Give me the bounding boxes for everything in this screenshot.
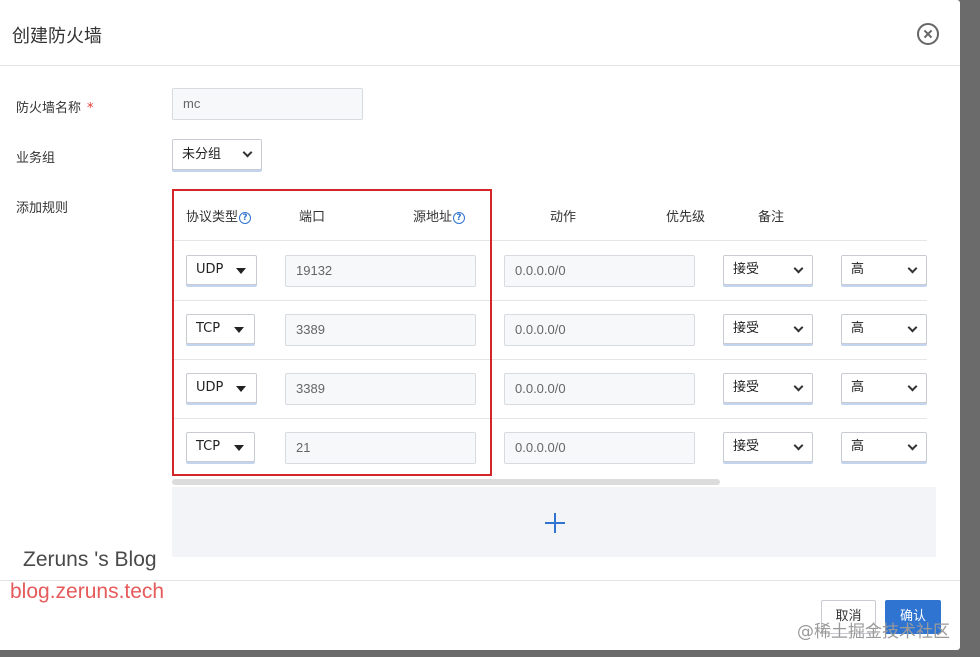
source-address-input[interactable]: 0.0.0.0/0 bbox=[504, 314, 695, 346]
dialog-header: 创建防火墙 bbox=[0, 0, 960, 66]
source-address-input[interactable]: 0.0.0.0/0 bbox=[504, 432, 695, 464]
chevron-down-icon bbox=[793, 322, 804, 333]
action-select[interactable]: 接受 bbox=[723, 255, 813, 285]
priority-value: 高 bbox=[851, 321, 865, 336]
highlight-box bbox=[172, 189, 492, 476]
business-group-value: 未分组 bbox=[182, 147, 222, 162]
firewall-name-input[interactable]: mc bbox=[172, 88, 363, 120]
action-select[interactable]: 接受 bbox=[723, 314, 813, 344]
firewall-name-label-text: 防火墙名称 bbox=[16, 101, 82, 116]
source-address-input[interactable]: 0.0.0.0/0 bbox=[504, 255, 695, 287]
priority-select[interactable]: 高 bbox=[841, 255, 927, 285]
dialog-title: 创建防火墙 bbox=[12, 26, 102, 47]
firewall-name-label: 防火墙名称 * bbox=[16, 97, 94, 116]
plus-icon-stem bbox=[554, 513, 556, 533]
chevron-down-icon bbox=[907, 381, 918, 392]
priority-value: 高 bbox=[851, 380, 865, 395]
priority-select[interactable]: 高 bbox=[841, 314, 927, 344]
action-value: 接受 bbox=[733, 439, 760, 454]
chevron-down-icon bbox=[242, 147, 253, 158]
business-group-select[interactable]: 未分组 bbox=[172, 139, 262, 170]
add-rules-label: 添加规则 bbox=[16, 201, 69, 216]
chevron-down-icon bbox=[793, 381, 804, 392]
blog-name-watermark: Zeruns 's Blog bbox=[23, 548, 157, 571]
community-watermark: @稀土掘金技术社区 bbox=[797, 622, 950, 642]
priority-select[interactable]: 高 bbox=[841, 432, 927, 462]
chevron-down-icon bbox=[793, 440, 804, 451]
priority-value: 高 bbox=[851, 262, 865, 277]
action-select[interactable]: 接受 bbox=[723, 373, 813, 403]
horizontal-scrollbar[interactable] bbox=[172, 479, 720, 485]
action-value: 接受 bbox=[733, 262, 760, 277]
required-mark: * bbox=[87, 101, 94, 116]
add-rule-button[interactable] bbox=[172, 487, 936, 557]
action-value: 接受 bbox=[733, 321, 760, 336]
header-priority: 优先级 bbox=[666, 210, 706, 225]
blog-url-watermark: blog.zeruns.tech bbox=[10, 580, 165, 603]
header-action: 动作 bbox=[550, 210, 577, 225]
source-address-input[interactable]: 0.0.0.0/0 bbox=[504, 373, 695, 405]
chevron-down-icon bbox=[907, 440, 918, 451]
header-remark: 备注 bbox=[758, 210, 785, 225]
chevron-down-icon bbox=[907, 263, 918, 274]
chevron-down-icon bbox=[907, 322, 918, 333]
action-value: 接受 bbox=[733, 380, 760, 395]
priority-value: 高 bbox=[851, 439, 865, 454]
business-group-label: 业务组 bbox=[16, 151, 56, 166]
priority-select[interactable]: 高 bbox=[841, 373, 927, 403]
action-select[interactable]: 接受 bbox=[723, 432, 813, 462]
chevron-down-icon bbox=[793, 263, 804, 274]
close-icon[interactable] bbox=[917, 23, 939, 45]
